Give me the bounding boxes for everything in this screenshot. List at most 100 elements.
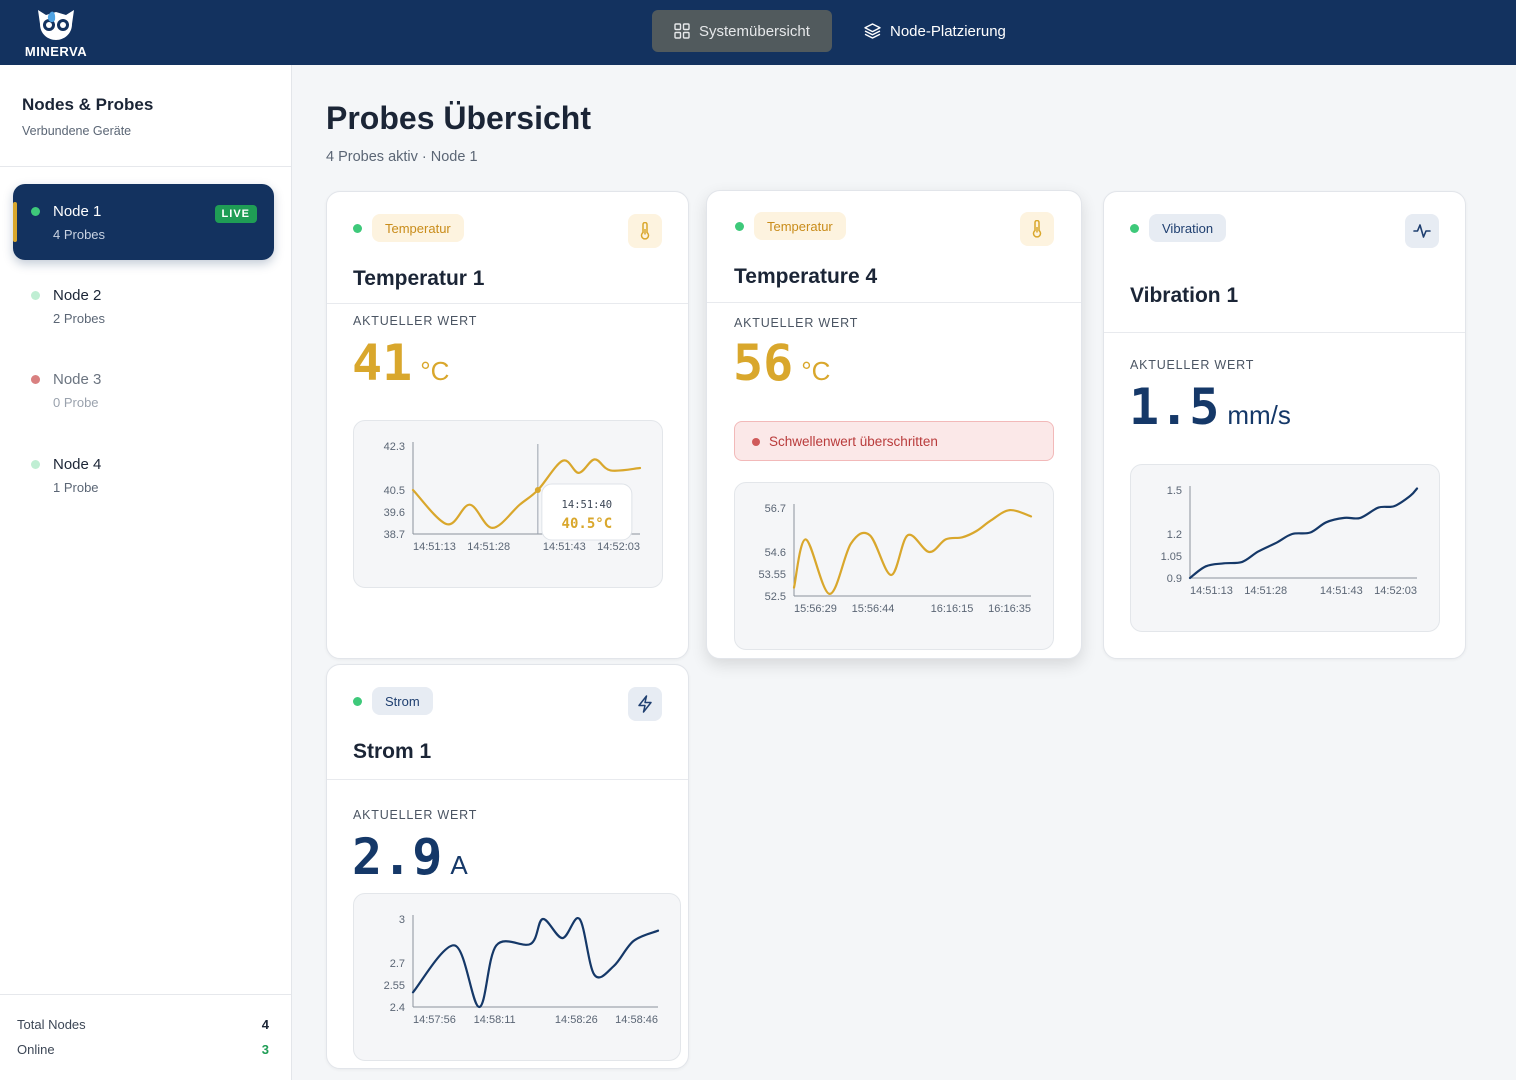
current-value: 56 °C [733,334,830,392]
live-badge: LIVE [214,205,257,223]
divider [0,166,291,167]
series-line [411,916,660,1009]
line-chart: 42.3 40.5 39.6 38.7 14:51:13 14:51:28 14:51:43… [384,441,642,553]
current-value-label: AKTUELLER WERT [353,808,478,822]
value-number: 56 [733,334,794,392]
y-tick-label: 52.5 [765,591,786,603]
series-line [1188,487,1419,580]
x-tick-label: 14:51:13 [413,541,456,553]
tab-node-platzierung[interactable]: Node-Platzierung [842,10,1024,52]
sidebar-item-node-2[interactable]: Node 2 2 Probes [13,268,274,344]
status-dot [31,291,40,300]
node-probe-count: 2 Probes [53,311,106,326]
y-tick-label: 38.7 [384,529,405,541]
y-tick-label: 40.5 [384,485,405,497]
y-tick-label: 1.2 [1167,529,1182,541]
tab-systemuebersicht[interactable]: Systemübersicht [652,10,832,52]
y-tick-label: 2.4 [390,1002,405,1014]
probe-chart[interactable]: 3 2.7 2.55 2.4 14:57:56 14:58:11 14:58:26 14:58… [353,893,681,1061]
sidebar-item-node-4[interactable]: Node 4 1 Probe [13,437,274,513]
lightning-icon[interactable] [628,687,662,721]
probe-chart[interactable]: 56.7 54.6 53.55 52.5 15:56:29 15:56:44 16:16:1… [734,482,1054,650]
y-tick-label: 1.05 [1161,551,1182,563]
x-tick-label: 14:51:43 [1320,585,1363,597]
probe-card-temperature-4[interactable]: Temperatur Temperature 4 AKTUELLER WERT … [706,190,1082,659]
probe-type-chip: Temperatur [754,212,846,240]
probe-card-vibration-1[interactable]: Vibration Vibration 1 AKTUELLER WERT 1.5… [1103,191,1466,659]
current-value-label: AKTUELLER WERT [1130,358,1255,372]
probe-chart[interactable]: 42.3 40.5 39.6 38.7 14:51:13 14:51:28 14:51:43… [353,420,663,588]
x-tick-label: 14:58:46 [615,1014,658,1026]
x-tick-label: 15:56:44 [852,603,895,615]
y-tick-label: 39.6 [384,507,405,519]
line-chart: 3 2.7 2.55 2.4 14:57:56 14:58:11 14:58:26 14:58… [384,914,660,1026]
brand-name: MINERVA [24,44,88,59]
y-tick-label: 2.55 [384,980,405,992]
probe-type-chip: Vibration [1149,214,1227,242]
x-tick-label: 14:51:28 [467,541,510,553]
probe-title: Vibration 1 [1130,284,1239,307]
total-nodes-value: 4 [261,1017,269,1032]
tooltip-time: 14:51:40 [562,499,613,511]
tooltip-value: 40.5°C [562,516,613,532]
status-dot [31,460,40,469]
node-probe-count: 4 Probes [53,227,106,242]
value-unit: °C [420,356,450,386]
top-bar: MINERVA Systemübersicht Node-Platzierung [0,0,1516,65]
node-name: Node 1 [53,203,102,220]
page-subtitle: 4 Probes aktiv · Node 1 [326,149,478,165]
current-value: 2.9 A [352,828,468,886]
layers-icon [864,23,881,39]
sidebar-title: Nodes & Probes [22,95,154,114]
status-dot [1130,224,1139,233]
probe-card-temperatur-1[interactable]: Temperatur Temperatur 1 AKTUELLER WERT 4… [326,191,689,659]
divider [707,302,1081,303]
x-tick-label: 14:51:28 [1244,585,1287,597]
probe-type-chip: Strom [372,687,433,715]
node-name: Node 4 [53,456,102,473]
status-dot [735,222,744,231]
data-point [534,487,541,493]
sidebar-item-node-1[interactable]: Node 1 4 Probes LIVE [13,184,274,260]
probe-chart[interactable]: 1.5 1.2 1.05 0.9 14:51:13 14:51:28 14:51:43 14:… [1130,464,1440,632]
node-name: Node 2 [53,287,102,304]
probe-title: Temperatur 1 [353,267,485,290]
y-tick-label: 2.7 [390,958,405,970]
probe-title: Temperature 4 [734,265,878,288]
current-value: 1.5 mm/s [1129,378,1291,436]
sidebar-item-node-3[interactable]: Node 3 0 Probe [13,352,274,428]
y-tick-label: 56.7 [765,503,786,515]
owl-logo-icon [38,10,74,40]
grid-icon [674,23,690,39]
x-tick-label: 16:16:15 [931,603,974,615]
divider [327,303,688,304]
value-number: 41 [352,334,413,392]
status-dot [353,224,362,233]
x-tick-label: 15:56:29 [794,603,837,615]
probe-card-strom-1[interactable]: Strom Strom 1 AKTUELLER WERT 2.9 A 3 2.7 2.… [326,664,689,1069]
current-value-label: AKTUELLER WERT [353,314,478,328]
minerva-logo[interactable]: MINERVA [22,4,90,62]
value-number: 1.5 [1129,378,1220,436]
sidebar-subtitle: Verbundene Geräte [22,124,132,138]
x-tick-label: 14:58:26 [555,1014,598,1026]
chart-tooltip: 14:51:40 40.5°C [541,483,633,541]
node-probe-count: 0 Probe [53,395,99,410]
online-label: Online [17,1042,55,1057]
tab-label: Node-Platzierung [890,22,1006,40]
status-dot [31,207,40,216]
sidebar-footer: Total Nodes 4 Online 3 [0,994,291,1080]
node-probe-count: 1 Probe [53,480,99,495]
activity-icon[interactable] [1405,214,1439,248]
thermometer-icon[interactable] [1020,212,1054,246]
x-tick-label: 14:58:11 [474,1014,516,1026]
thermometer-icon[interactable] [628,214,662,248]
divider [1104,332,1465,333]
total-nodes-label: Total Nodes [17,1017,86,1032]
x-tick-label: 14:51:13 [1190,585,1233,597]
tab-label: Systemübersicht [699,22,810,40]
x-tick-label: 14:57:56 [413,1014,456,1026]
y-tick-label: 54.6 [765,547,786,559]
value-unit: mm/s [1227,400,1291,430]
value-number: 2.9 [352,828,443,886]
